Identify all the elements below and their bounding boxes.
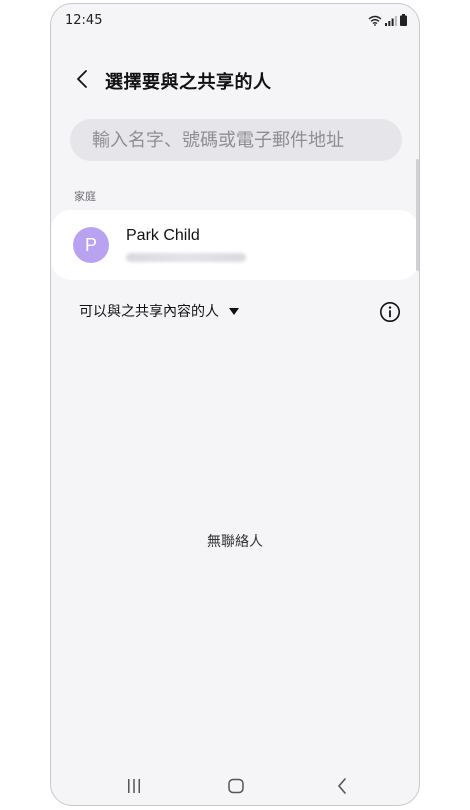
- caret-down-icon: [229, 307, 239, 315]
- contact-email-redacted: [126, 253, 246, 262]
- share-filter-dropdown[interactable]: 可以與之共享內容的人: [79, 301, 239, 321]
- chevron-left-icon: [77, 70, 87, 88]
- status-icons: [368, 14, 407, 26]
- scroll-indicator[interactable]: [416, 159, 419, 271]
- contact-name: Park Child: [126, 227, 200, 244]
- info-button[interactable]: [379, 301, 401, 323]
- wifi-icon: [368, 15, 382, 26]
- search-box[interactable]: [70, 119, 402, 161]
- status-time: 12:45: [65, 13, 103, 28]
- phone-screen: 12:45 選擇要與之共享的人 輸入名字、號碼或電子郵件地址 家庭 P Park…: [50, 3, 420, 806]
- filter-label: 可以與之共享內容的人: [79, 304, 219, 320]
- navigation-bar: [51, 766, 419, 805]
- avatar: P: [73, 227, 109, 263]
- info-icon: [380, 302, 400, 322]
- section-label-family: 家庭: [74, 190, 96, 203]
- back-button[interactable]: [67, 64, 97, 94]
- recents-button[interactable]: [119, 774, 149, 798]
- home-button[interactable]: [221, 774, 251, 798]
- status-bar: 12:45: [51, 4, 419, 38]
- empty-state-message: 無聯絡人: [207, 534, 263, 550]
- top-bar: 選擇要與之共享的人: [51, 60, 419, 104]
- nav-back-button[interactable]: [327, 774, 357, 798]
- battery-icon: [400, 14, 407, 26]
- page-title: 選擇要與之共享的人: [105, 72, 272, 93]
- contact-card[interactable]: P Park Child: [51, 210, 419, 280]
- signal-icon: [385, 16, 397, 26]
- recents-icon: [128, 779, 140, 793]
- search-input[interactable]: [90, 128, 402, 152]
- back-icon: [338, 778, 346, 794]
- home-icon: [228, 778, 244, 794]
